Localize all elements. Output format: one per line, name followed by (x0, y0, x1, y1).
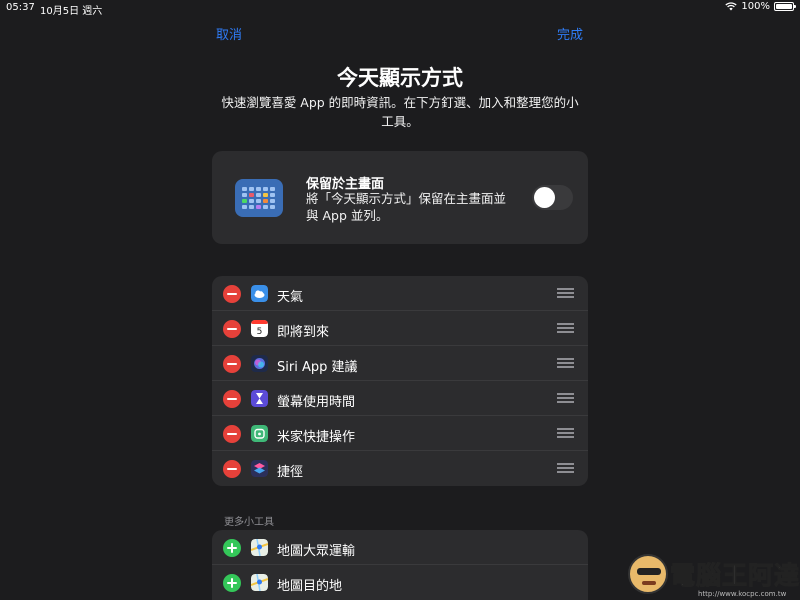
wifi-icon (725, 2, 738, 11)
widget-label: 天氣 (277, 290, 304, 305)
status-date: 10月5日 週六 (40, 6, 103, 17)
done-button[interactable]: 完成 (557, 24, 583, 43)
widget-row-weather: 天氣 (212, 276, 588, 311)
widget-row-upcoming: 5 即將到來 (212, 311, 588, 346)
status-bar: 05:37 10月5日 週六 100% (0, 0, 800, 17)
more-widgets-header: 更多小工具 (224, 517, 274, 528)
calendar-icon: 5 (251, 320, 268, 337)
widget-label: 即將到來 (277, 325, 330, 340)
more-widget-row-maps-destinations: 地圖目的地 (212, 565, 588, 600)
remove-button[interactable] (223, 460, 241, 478)
remove-button[interactable] (223, 390, 241, 408)
reorder-handle[interactable] (557, 323, 574, 333)
page-title: 今天顯示方式 (337, 66, 463, 90)
widget-label: 螢幕使用時間 (277, 395, 356, 410)
more-widget-row-maps-transit: 地圖大眾運輸 (212, 530, 588, 565)
cancel-button[interactable]: 取消 (216, 24, 242, 43)
battery-icon (774, 2, 796, 11)
remove-button[interactable] (223, 320, 241, 338)
svg-text:5: 5 (257, 327, 263, 337)
active-widgets-list: 天氣 5 即將到來 Siri App 建議 螢幕使用時間 米家快捷操作 捷徑 (212, 276, 588, 486)
add-button[interactable] (223, 574, 241, 592)
mi-home-icon (251, 425, 268, 442)
status-right: 100% (725, 1, 796, 12)
more-widgets-list: 地圖大眾運輸 地圖目的地 (212, 530, 588, 600)
widget-row-siri: Siri App 建議 (212, 346, 588, 381)
reorder-handle[interactable] (557, 358, 574, 368)
maps-icon (251, 539, 268, 556)
reorder-handle[interactable] (557, 288, 574, 298)
shortcuts-icon (251, 460, 268, 477)
keep-on-home-toggle[interactable] (532, 185, 573, 210)
remove-button[interactable] (223, 425, 241, 443)
keep-on-home-description: 將「今天顯示方式」保留在主畫面並與 App 並列。 (306, 191, 507, 223)
maps-icon (251, 574, 268, 591)
weather-icon (251, 285, 268, 302)
screen-time-icon (251, 390, 268, 407)
widget-label: 地圖大眾運輸 (277, 544, 356, 559)
remove-button[interactable] (223, 285, 241, 303)
widget-label: 地圖目的地 (277, 579, 343, 594)
toggle-knob (534, 187, 555, 208)
widget-row-mi-home: 米家快捷操作 (212, 416, 588, 451)
battery-percent: 100% (741, 1, 770, 12)
keep-on-home-card: 保留於主畫面 將「今天顯示方式」保留在主畫面並與 App 並列。 (212, 151, 588, 244)
watermark-brand: 電腦王阿達 (670, 561, 800, 591)
reorder-handle[interactable] (557, 463, 574, 473)
widget-row-shortcuts: 捷徑 (212, 451, 588, 486)
reorder-handle[interactable] (557, 393, 574, 403)
mascot-logo (628, 554, 668, 594)
reorder-handle[interactable] (557, 428, 574, 438)
today-view-edit-screen: 05:37 10月5日 週六 100% 取消 完成 今天顯示方式 快速瀏覽喜愛 … (0, 0, 800, 600)
remove-button[interactable] (223, 355, 241, 373)
watermark-url: http://www.kocpc.com.tw (698, 590, 787, 598)
watermark: 電腦王阿達 http://www.kocpc.com.tw (628, 550, 800, 600)
widget-label: 捷徑 (277, 465, 304, 480)
home-screen-widgets-icon (235, 179, 283, 217)
add-button[interactable] (223, 539, 241, 557)
widget-label: 米家快捷操作 (277, 430, 356, 445)
status-time: 05:37 (6, 2, 35, 13)
widget-row-screen-time: 螢幕使用時間 (212, 381, 588, 416)
page-subtitle: 快速瀏覽喜愛 App 的即時資訊。在下方釘選、加入和整理您的小工具。 (221, 95, 579, 129)
siri-icon (251, 355, 268, 372)
widget-label: Siri App 建議 (277, 360, 358, 375)
